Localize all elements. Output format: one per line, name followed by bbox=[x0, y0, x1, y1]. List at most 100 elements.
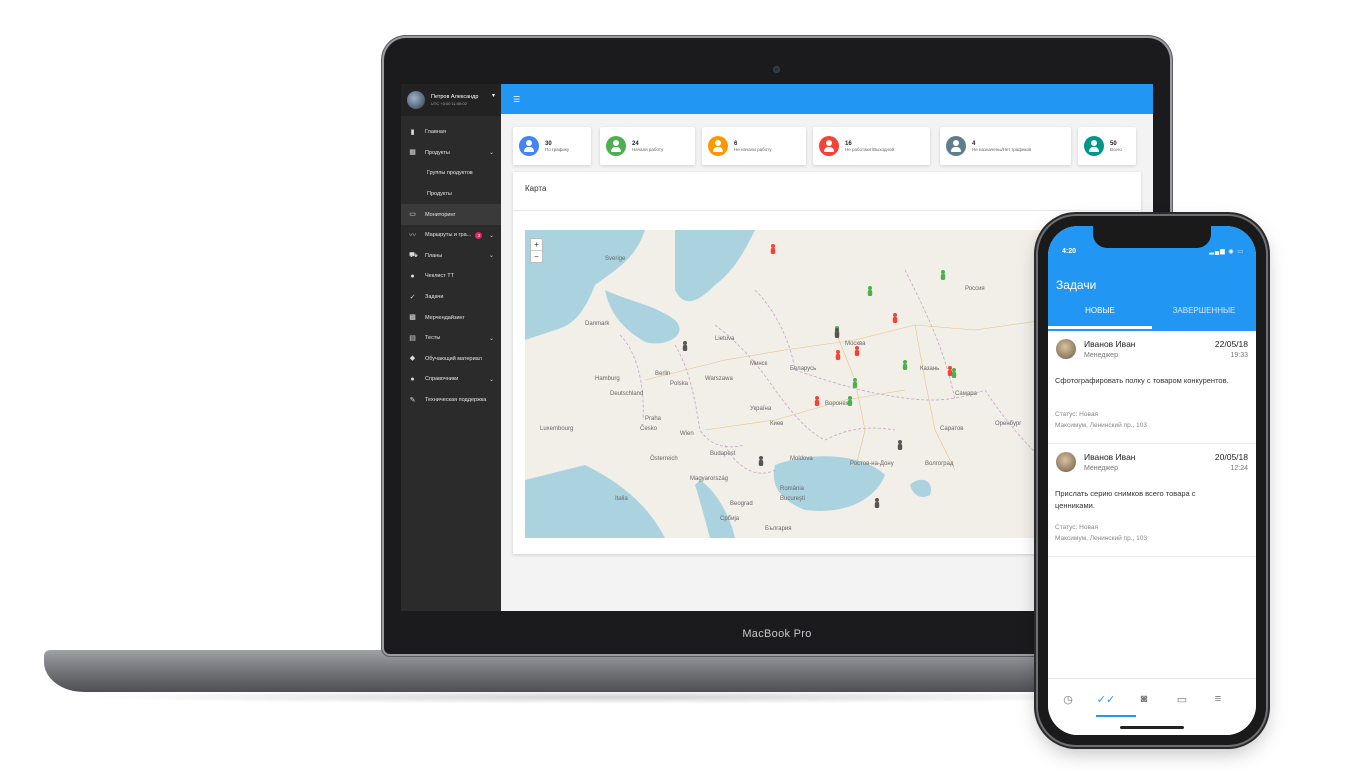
photo-icon: ▩ bbox=[409, 314, 416, 322]
map-label: Киев bbox=[770, 421, 783, 427]
profile-name: Петров Александр bbox=[431, 94, 479, 100]
menu-icon[interactable]: ≡ bbox=[1208, 693, 1228, 705]
sidebar-item[interactable]: Группы продуктов bbox=[401, 163, 501, 184]
sidebar-item-label: Задачи bbox=[425, 294, 444, 301]
map-marker-icon[interactable] bbox=[682, 341, 688, 351]
phone-screen: 4:20 ▂▄▆ ◉ ▭ Задачи НОВЫЕ ЗАВЕРШЕННЫЕ Ив… bbox=[1048, 226, 1256, 735]
map-marker-icon[interactable] bbox=[835, 350, 841, 360]
app-topbar: ☰ bbox=[501, 84, 1153, 114]
sidebar-item[interactable]: ▮ Главная bbox=[401, 122, 501, 143]
map-marker-icon[interactable] bbox=[814, 396, 820, 406]
zoom-in-button[interactable]: + bbox=[531, 239, 542, 250]
task-card[interactable]: Иванов Иван Менеджер 20/05/18 12:24 Прислать… bbox=[1048, 444, 1256, 557]
map-marker-icon[interactable] bbox=[758, 456, 764, 466]
laptop-shadow bbox=[80, 690, 1150, 704]
stat-text: 4 Не назначены/Нет графиков bbox=[972, 141, 1031, 152]
map-label: Praha bbox=[645, 416, 662, 422]
stat-card[interactable]: 16 Не работают/Выходной bbox=[813, 127, 930, 165]
task-time: 12:24 bbox=[1230, 465, 1248, 472]
sidebar-item-label: Маршруты и гра... bbox=[425, 232, 472, 239]
sidebar-item[interactable]: ● Чеклист ТТ bbox=[401, 266, 501, 287]
stats-row: 30 По графику 24 Начали работу 6 Не начали ра… bbox=[513, 127, 1141, 169]
map-label: Italia bbox=[615, 496, 628, 502]
stat-text: 6 Не начали работу bbox=[734, 141, 771, 152]
chevron-down-icon[interactable]: ⌄ bbox=[489, 149, 494, 156]
sidebar-item[interactable]: ▩ Мерчендайзинг bbox=[401, 307, 501, 328]
map-marker-icon[interactable] bbox=[892, 313, 898, 323]
person-icon bbox=[819, 136, 839, 156]
double-check-icon[interactable]: ✓✓ bbox=[1096, 693, 1116, 706]
map-label: Danmark bbox=[585, 321, 610, 327]
map-marker-icon[interactable] bbox=[897, 440, 903, 450]
map-label: Bucureşti bbox=[780, 496, 805, 502]
task-status: Статус: Новая bbox=[1055, 524, 1098, 531]
task-address: Максимум, Ленинский пр., 103 bbox=[1055, 422, 1147, 429]
map-label: Hamburg bbox=[595, 376, 620, 382]
task-address: Максимум, Ленинский пр., 103 bbox=[1055, 535, 1147, 542]
person-icon bbox=[946, 136, 966, 156]
person-icon bbox=[708, 136, 728, 156]
stat-label: Всего bbox=[1110, 146, 1122, 152]
camera-icon[interactable]: ◙ bbox=[1134, 693, 1154, 705]
home-indicator bbox=[1120, 726, 1184, 729]
avatar bbox=[407, 91, 425, 109]
chevron-down-icon[interactable]: ⌄ bbox=[489, 232, 494, 239]
person-icon: ● bbox=[410, 272, 415, 280]
sidebar-item[interactable]: ▭ Мониторинг bbox=[401, 204, 501, 225]
chevron-down-icon[interactable]: ⌄ bbox=[489, 252, 494, 259]
phone-status-icons: ▂▄▆ ◉ ▭ bbox=[1209, 249, 1244, 255]
clipboard-icon: ▤ bbox=[409, 334, 416, 342]
map-marker-icon[interactable] bbox=[854, 346, 860, 356]
zoom-out-button[interactable]: − bbox=[531, 250, 542, 262]
person-icon bbox=[606, 136, 626, 156]
trend-icon: 〰 bbox=[409, 231, 416, 239]
tab-completed[interactable]: ЗАВЕРШЕННЫЕ bbox=[1152, 306, 1256, 315]
map-marker-icon[interactable] bbox=[852, 378, 858, 388]
map-marker-icon[interactable] bbox=[902, 360, 908, 370]
sidebar-item[interactable]: ▦ Продукты ⌄ bbox=[401, 143, 501, 164]
menu-icon[interactable]: ☰ bbox=[513, 95, 520, 104]
stat-card[interactable]: 24 Начали работу bbox=[600, 127, 695, 165]
sidebar-item[interactable]: ⛟ Планы ⌄ bbox=[401, 246, 501, 267]
notification-badge: 3 bbox=[475, 231, 483, 239]
sidebar-item[interactable]: ✓ Задачи bbox=[401, 287, 501, 308]
sidebar-item[interactable]: Продукты bbox=[401, 184, 501, 205]
sidebar-item[interactable]: ▤ Тесты ⌄ bbox=[401, 328, 501, 349]
map-zoom-control: + − bbox=[530, 238, 543, 263]
profile-header[interactable]: Петров Александр UTC +3:00 11:00:02 ▾ bbox=[401, 84, 501, 116]
profile-caret-icon[interactable]: ▾ bbox=[492, 92, 495, 99]
sidebar-item[interactable]: ● Справочники ⌄ bbox=[401, 369, 501, 390]
map-marker-icon[interactable] bbox=[867, 286, 873, 296]
sidebar-item-label: Чеклист ТТ bbox=[425, 273, 454, 280]
map-marker-icon[interactable] bbox=[940, 270, 946, 280]
map-marker-icon[interactable] bbox=[951, 368, 957, 378]
stat-card[interactable]: 6 Не начали работу bbox=[702, 127, 806, 165]
map-label: Deutschland bbox=[610, 391, 643, 397]
map-label: Минск bbox=[750, 361, 768, 367]
map-marker-icon[interactable] bbox=[847, 396, 853, 406]
chevron-down-icon[interactable]: ⌄ bbox=[489, 376, 494, 383]
clock-icon[interactable]: ◷ bbox=[1058, 693, 1078, 706]
sidebar-item[interactable]: ◆ Обучающий материал bbox=[401, 349, 501, 370]
stat-card[interactable]: 30 По графику bbox=[513, 127, 591, 165]
map-label: Berlin bbox=[655, 371, 670, 377]
map-marker-icon[interactable] bbox=[770, 244, 776, 254]
sidebar-item[interactable]: 〰 Маршруты и гра... 3 ⌄ bbox=[401, 225, 501, 246]
task-author-name: Иванов Иван bbox=[1084, 339, 1136, 349]
chevron-down-icon[interactable]: ⌄ bbox=[489, 335, 494, 342]
stat-card[interactable]: 50 Всего bbox=[1078, 127, 1136, 165]
task-card[interactable]: Иванов Иван Менеджер 22/05/18 19:33 Сфотогра… bbox=[1048, 331, 1256, 444]
map-label: România bbox=[780, 486, 805, 492]
task-description: Прислать серию снимков всего товара с це… bbox=[1055, 489, 1196, 510]
map-label: България bbox=[765, 526, 792, 532]
sidebar-item[interactable]: ✎ Техническая поддержка bbox=[401, 390, 501, 411]
map-marker-icon[interactable] bbox=[874, 498, 880, 508]
tab-new[interactable]: НОВЫЕ bbox=[1048, 306, 1152, 315]
people-icon: ● bbox=[410, 375, 415, 383]
map-label: Luxembourg bbox=[540, 426, 573, 432]
sidebar-item-label: Продукты bbox=[427, 191, 452, 198]
monitor-icon[interactable]: ▭ bbox=[1172, 693, 1192, 706]
stat-card[interactable]: 4 Не назначены/Нет графиков bbox=[940, 127, 1071, 165]
map-marker-icon[interactable] bbox=[947, 366, 953, 376]
map-marker-icon[interactable] bbox=[834, 328, 840, 338]
